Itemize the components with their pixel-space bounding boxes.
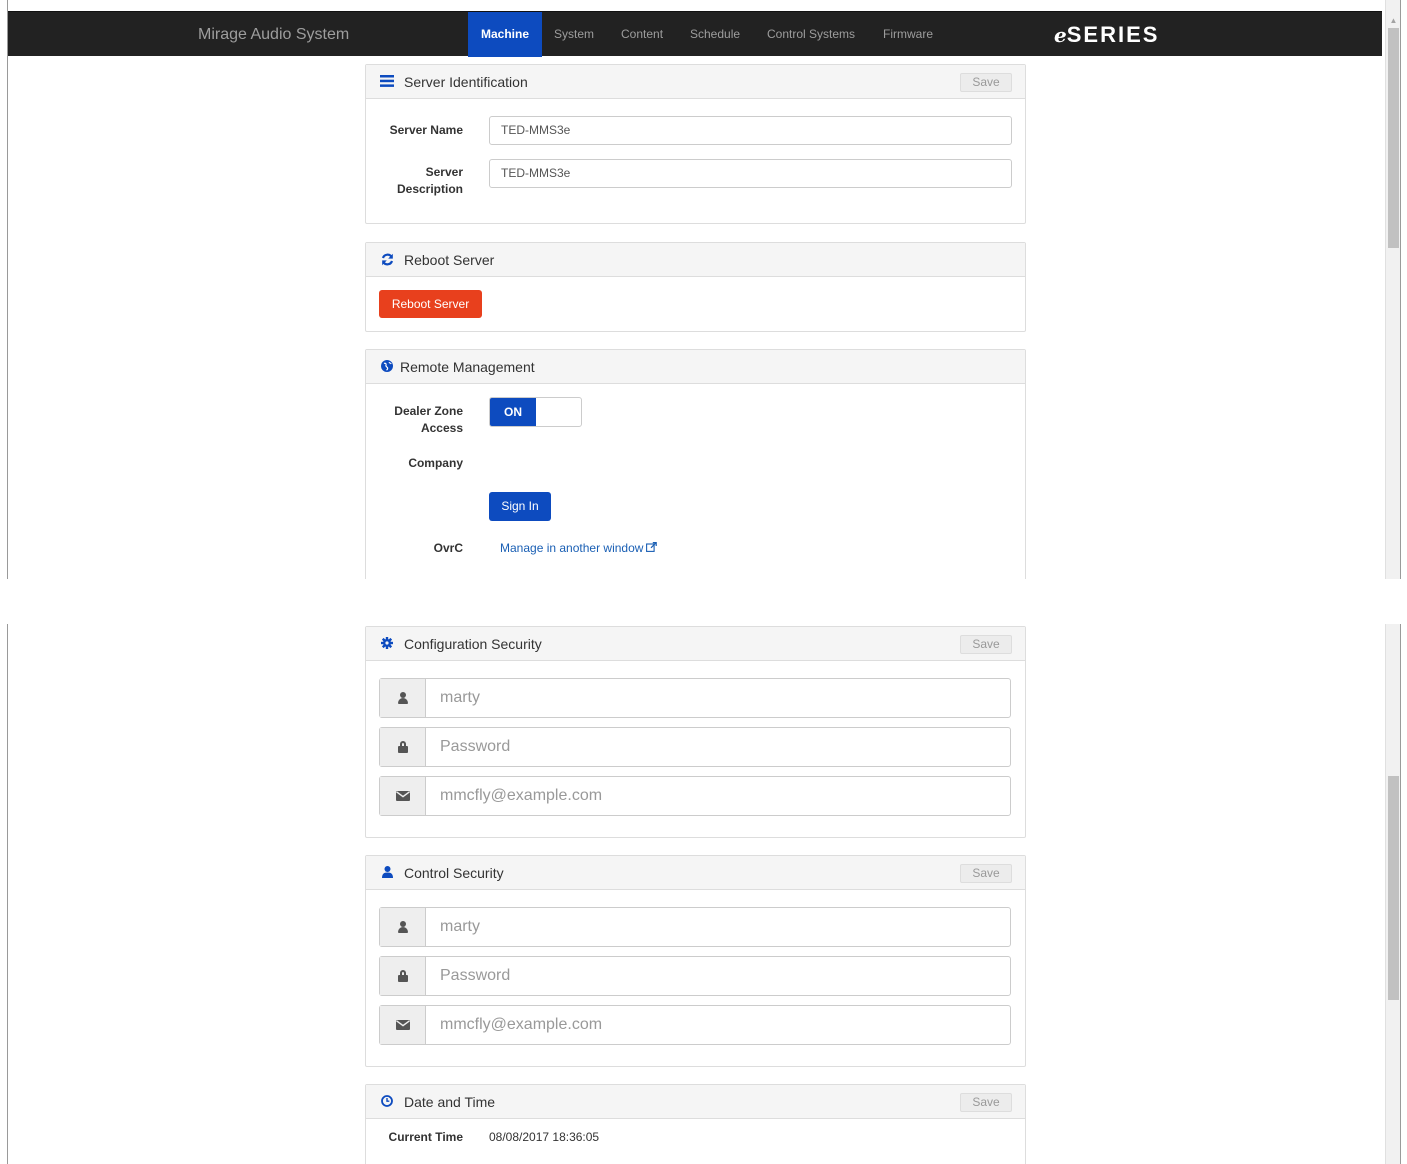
configuration-security-panel: Configuration Security Save marty Passwo… (365, 626, 1026, 838)
scrollbar-thumb[interactable] (1388, 28, 1399, 248)
eseries-logo: eSERIES (1054, 22, 1160, 47)
user-icon (380, 679, 426, 717)
brand-title[interactable]: Mirage Audio System (198, 12, 349, 57)
nav-firmware[interactable]: Firmware (870, 12, 946, 57)
save-button[interactable]: Save (960, 1093, 1012, 1112)
bottom-screen-capture: Configuration Security Save marty Passwo… (0, 624, 1407, 1164)
dealer-zone-access-label: Dealer Zone Access (394, 404, 463, 435)
screen-separator (0, 579, 1407, 624)
panel-title: Server Identification (404, 73, 528, 90)
control-email-input[interactable]: mmcfly@example.com (440, 1006, 602, 1044)
config-email-group[interactable]: mmcfly@example.com (379, 776, 1011, 816)
user-icon (380, 908, 426, 946)
window-right-edge (1400, 624, 1401, 1164)
external-link-icon (646, 540, 658, 557)
nav-control-systems[interactable]: Control Systems (754, 12, 868, 57)
scroll-up-arrow-icon[interactable]: ▲ (1386, 14, 1401, 28)
vertical-scrollbar[interactable]: ▲ (1385, 0, 1400, 579)
current-time-label: Current Time (388, 1130, 463, 1144)
list-icon (380, 74, 394, 89)
manage-in-another-window-link[interactable]: Manage in another window (500, 540, 658, 557)
panel-title: Reboot Server (404, 251, 495, 268)
lock-icon (380, 957, 426, 995)
config-username-input[interactable]: marty (440, 679, 480, 717)
top-navbar: Mirage Audio System Machine System Conte… (8, 11, 1382, 57)
nav-system[interactable]: System (541, 12, 607, 57)
panel-title: Remote Management (400, 358, 535, 375)
gear-icon (380, 636, 394, 651)
panel-title: Control Security (404, 864, 504, 881)
server-identification-heading: Server Identification Save (366, 65, 1025, 99)
config-password-group[interactable]: Password (379, 727, 1011, 767)
server-identification-panel: Server Identification Save Server Name T… (365, 64, 1026, 224)
control-username-group[interactable]: marty (379, 907, 1011, 947)
envelope-icon (380, 777, 426, 815)
ovrc-label: OvrC (433, 541, 463, 555)
lock-icon (380, 728, 426, 766)
server-description-input[interactable]: TED-MMS3e (489, 159, 1012, 188)
control-security-heading: Control Security Save (366, 856, 1025, 890)
reboot-server-heading: Reboot Server (366, 243, 1025, 277)
reboot-server-button[interactable]: Reboot Server (379, 290, 482, 318)
control-password-group[interactable]: Password (379, 956, 1011, 996)
top-screen-capture: Mirage Audio System Machine System Conte… (0, 0, 1407, 579)
control-username-input[interactable]: marty (440, 908, 480, 946)
globe-icon (380, 359, 394, 374)
toggle-on-segment: ON (490, 398, 536, 426)
dealer-zone-toggle[interactable]: ON (489, 397, 582, 427)
server-description-label: Server Description (396, 165, 463, 196)
vertical-scrollbar[interactable] (1385, 624, 1400, 1164)
window-right-edge (1400, 0, 1401, 579)
envelope-icon (380, 1006, 426, 1044)
nav-content[interactable]: Content (608, 12, 676, 57)
server-name-input[interactable]: TED-MMS3e (489, 116, 1012, 145)
nav-schedule[interactable]: Schedule (677, 12, 753, 57)
clock-icon (380, 1094, 394, 1109)
date-time-panel: Date and Time Save Current Time 08/08/20… (365, 1084, 1026, 1164)
user-icon (380, 865, 394, 880)
company-label: Company (408, 456, 463, 470)
remote-management-panel: Remote Management Dealer Zone Access ON … (365, 349, 1026, 579)
control-password-input[interactable]: Password (440, 957, 510, 995)
config-password-input[interactable]: Password (440, 728, 510, 766)
config-username-group[interactable]: marty (379, 678, 1011, 718)
server-name-label: Server Name (389, 123, 463, 137)
configuration-security-heading: Configuration Security Save (366, 627, 1025, 661)
panel-title: Configuration Security (404, 635, 542, 652)
window-left-edge (7, 0, 8, 579)
save-button[interactable]: Save (960, 864, 1012, 883)
refresh-icon (380, 253, 394, 267)
config-email-input[interactable]: mmcfly@example.com (440, 777, 602, 815)
nav-machine[interactable]: Machine (468, 12, 543, 57)
save-button[interactable]: Save (960, 635, 1012, 654)
date-time-heading: Date and Time Save (366, 1085, 1025, 1119)
current-time-value: 08/08/2017 18:36:05 (489, 1130, 600, 1144)
panel-title: Date and Time (404, 1093, 496, 1110)
save-button[interactable]: Save (960, 73, 1012, 92)
scrollbar-thumb[interactable] (1388, 776, 1399, 1000)
sign-in-button[interactable]: Sign In (489, 492, 551, 521)
reboot-server-panel: Reboot Server Reboot Server (365, 242, 1026, 332)
remote-management-heading: Remote Management (366, 350, 1025, 384)
control-security-panel: Control Security Save marty Password mmc… (365, 855, 1026, 1067)
control-email-group[interactable]: mmcfly@example.com (379, 1005, 1011, 1045)
window-left-edge (7, 624, 8, 1164)
